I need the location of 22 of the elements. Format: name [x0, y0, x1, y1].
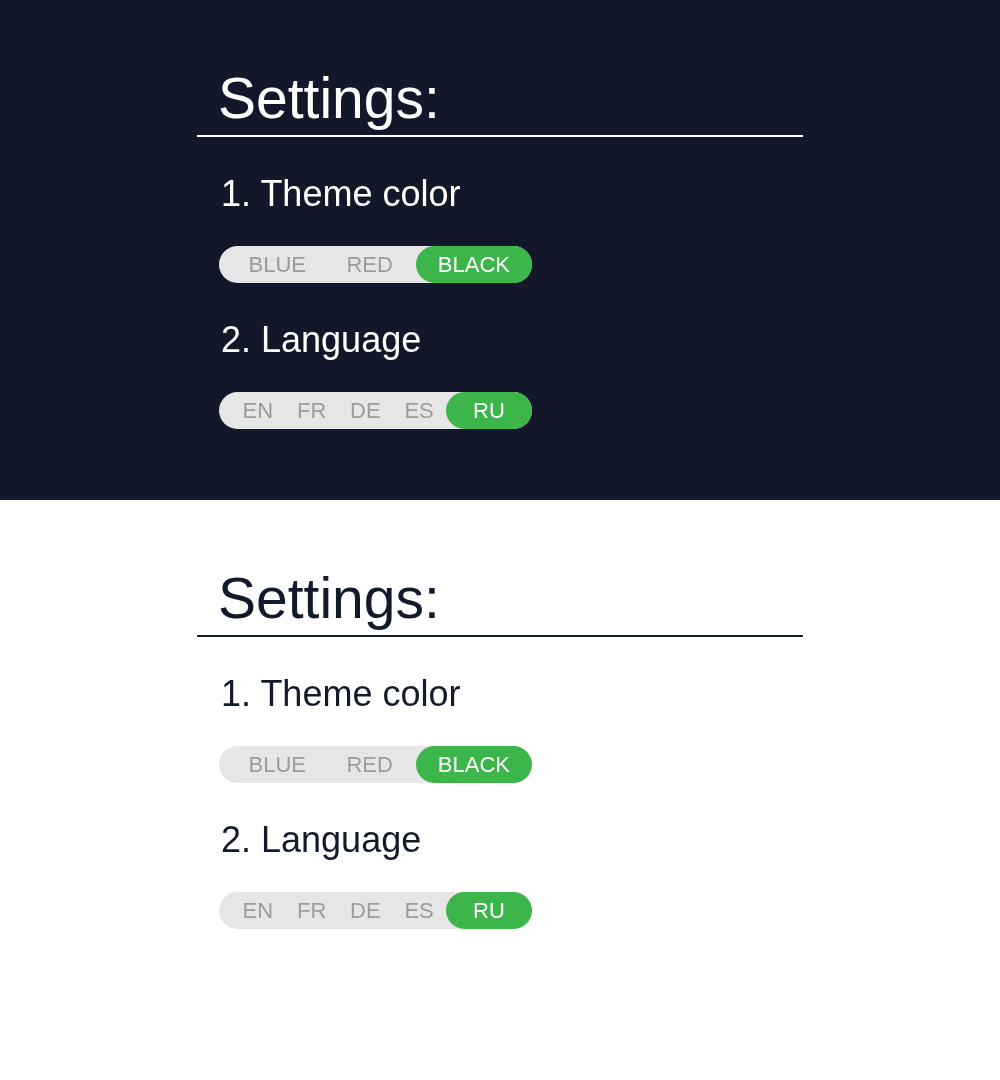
option-button[interactable]: RED — [323, 246, 416, 283]
section-label: 2. Language — [221, 318, 422, 361]
option-button[interactable]: BLUE — [231, 746, 324, 783]
option-button[interactable]: BLACK — [415, 246, 532, 283]
section-label: 2. Language — [221, 818, 422, 861]
option-button[interactable]: DE — [338, 892, 393, 929]
option-button[interactable]: EN — [231, 392, 285, 429]
option-button[interactable]: ES — [392, 392, 446, 429]
option-button[interactable]: RU — [446, 392, 532, 429]
option-button[interactable]: RED — [323, 746, 416, 783]
option-button[interactable]: DE — [338, 392, 393, 429]
section-label: 1. Theme color — [221, 672, 461, 715]
option-button[interactable]: BLACK — [415, 746, 532, 783]
option-button[interactable]: EN — [231, 892, 285, 929]
option-button[interactable]: BLUE — [231, 246, 324, 283]
option-button[interactable]: FR — [284, 892, 339, 929]
settings-title: Settings: — [218, 566, 440, 630]
settings-title: Settings: — [218, 66, 440, 130]
option-button[interactable]: ES — [392, 892, 446, 929]
option-button[interactable]: FR — [284, 392, 339, 429]
section-label: 1. Theme color — [221, 172, 461, 215]
option-button[interactable]: RU — [446, 892, 532, 929]
